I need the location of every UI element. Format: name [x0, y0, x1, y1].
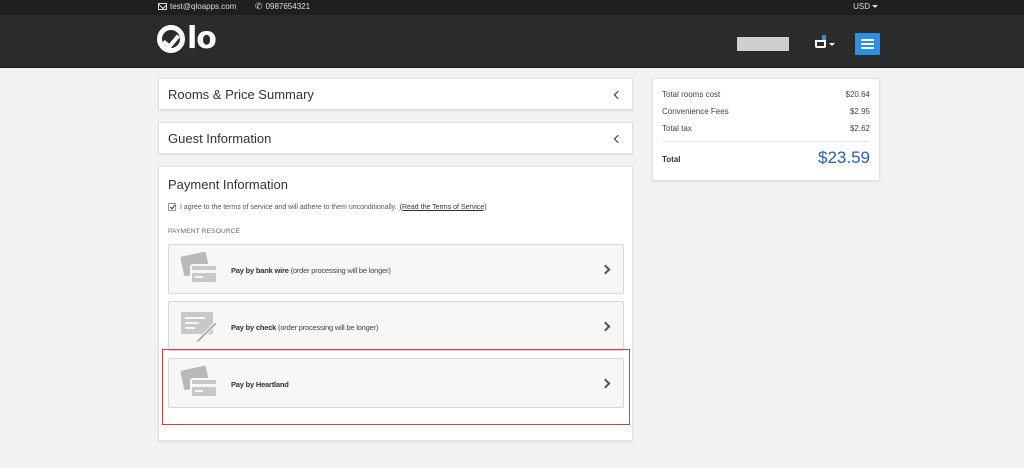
- bank-wire-card-icon: [180, 251, 218, 284]
- currency-label[interactable]: USD: [853, 2, 870, 11]
- order-summary: Total rooms cost $20.64 Convenience Fees…: [652, 78, 880, 181]
- user-account-button[interactable]: [737, 37, 789, 51]
- logo-text: lo: [187, 21, 217, 56]
- pay-option-name: Pay by check: [231, 323, 277, 332]
- menu-button[interactable]: [855, 33, 880, 55]
- logo[interactable]: lo: [157, 21, 217, 56]
- logo-q-mark: [157, 25, 185, 53]
- total-label: Total: [662, 155, 681, 164]
- site-header: lo: [0, 15, 1024, 68]
- email-text[interactable]: test@qloapps.com: [170, 2, 236, 11]
- payment-resource-label: PAYMENT RESOURCE: [168, 228, 241, 235]
- pay-option-note: (order processing will be longer): [278, 323, 379, 332]
- chevron-right-icon: [600, 321, 611, 332]
- terms-text: I agree to the terms of service and will…: [180, 203, 397, 211]
- phone-icon: ✆: [255, 1, 263, 11]
- rooms-cost-value: $20.64: [845, 90, 870, 99]
- chevron-left-icon[interactable]: [613, 90, 623, 100]
- pay-option-text: Pay by bank wire (order processing will …: [231, 266, 391, 275]
- contact-phone[interactable]: ✆ 0987654321: [255, 1, 311, 12]
- selected-option-highlight: [162, 349, 630, 425]
- cart-button[interactable]: [815, 35, 835, 53]
- pay-option-note: (order processing will be longer): [290, 266, 391, 275]
- pay-bank-wire-option[interactable]: Pay by bank wire (order processing will …: [168, 244, 624, 294]
- contact-email[interactable]: test@qloapps.com: [158, 2, 236, 11]
- phone-text[interactable]: 0987654321: [266, 2, 311, 11]
- chevron-right-icon: [600, 264, 611, 275]
- panel-title: Rooms & Price Summary: [168, 87, 314, 102]
- terms-agreement: I agree to the terms of service and will…: [168, 203, 487, 211]
- rooms-cost-label: Total rooms cost: [662, 90, 721, 99]
- fees-label: Convenience Fees: [662, 107, 729, 116]
- rooms-price-summary-panel[interactable]: Rooms & Price Summary: [158, 78, 633, 110]
- top-bar: test@qloapps.com ✆ 0987654321 USD: [0, 0, 1024, 15]
- tax-row: Total tax $2.62: [662, 124, 870, 133]
- fees-value: $2.95: [849, 107, 870, 116]
- check-pen-icon: [181, 312, 218, 344]
- pay-option-name: Pay by bank wire: [231, 266, 289, 275]
- currency-selector[interactable]: USD: [853, 2, 878, 11]
- cart-icon: [815, 40, 826, 48]
- guest-information-panel[interactable]: Guest Information: [158, 122, 633, 154]
- divider: [662, 141, 870, 142]
- rooms-cost-row: Total rooms cost $20.64: [662, 90, 870, 99]
- panel-title: Payment Information: [168, 177, 288, 192]
- terms-checkbox[interactable]: [168, 203, 176, 211]
- mail-icon: [158, 3, 167, 10]
- fees-row: Convenience Fees $2.95: [662, 107, 870, 116]
- chevron-left-icon[interactable]: [613, 134, 623, 144]
- chevron-down-icon: [872, 5, 878, 8]
- chevron-down-icon: [829, 43, 835, 46]
- terms-link[interactable]: (Read the Terms of Service): [400, 204, 487, 211]
- total-value: $23.59: [818, 148, 870, 167]
- tax-value: $2.62: [849, 124, 870, 133]
- panel-title: Guest Information: [168, 131, 272, 146]
- tax-label: Total tax: [662, 124, 692, 133]
- hamburger-icon: [861, 39, 874, 41]
- pay-option-text: Pay by check (order processing will be l…: [231, 323, 378, 332]
- pay-check-option[interactable]: Pay by check (order processing will be l…: [168, 301, 624, 351]
